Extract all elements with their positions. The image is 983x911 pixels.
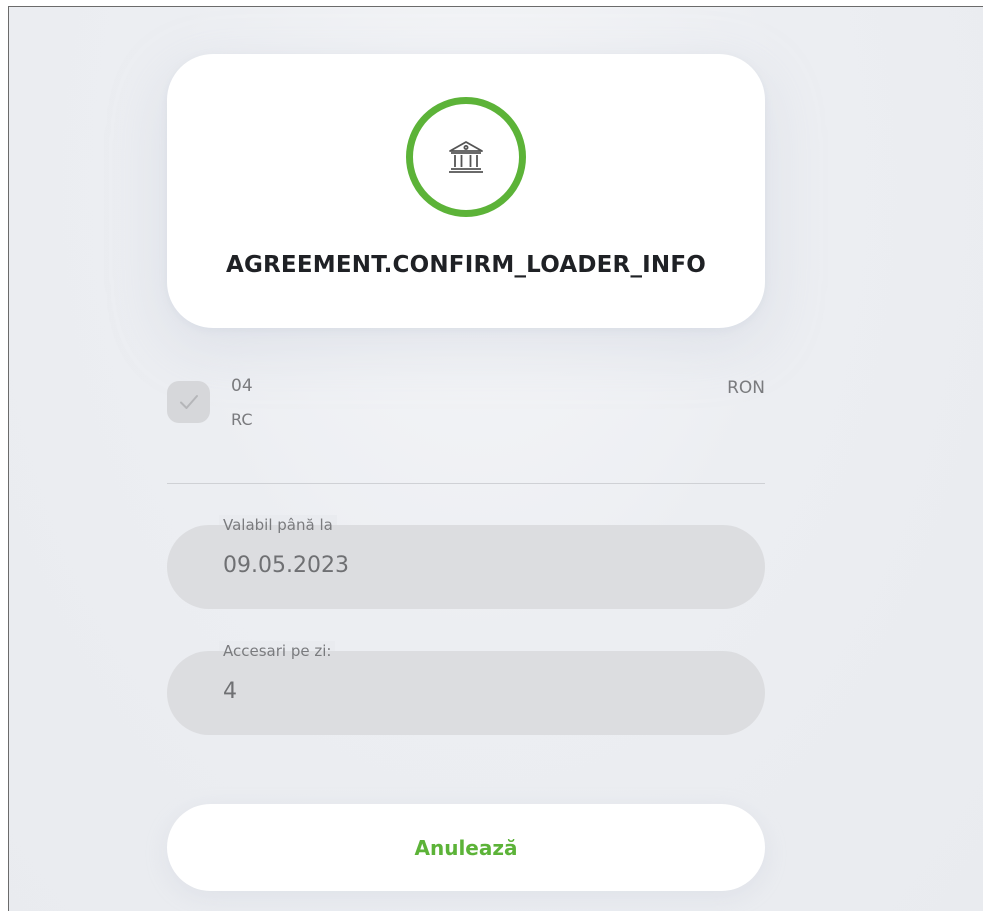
- account-type: RC: [231, 410, 253, 429]
- valid-until-value: 09.05.2023: [223, 553, 349, 578]
- account-currency: RON: [727, 378, 765, 398]
- account-checkbox[interactable]: [167, 381, 210, 423]
- accesses-per-day-field[interactable]: Accesari pe zi: 4: [167, 641, 765, 735]
- cancel-button[interactable]: Anulează: [167, 804, 765, 891]
- bank-logo-ring: [406, 97, 526, 217]
- valid-until-field[interactable]: Valabil până la 09.05.2023: [167, 515, 765, 609]
- checkmark-icon: [179, 395, 198, 409]
- consent-screen: AGREEMENT.CONFIRM_LOADER_INFO 04 RC RON …: [8, 6, 983, 911]
- valid-until-label: Valabil până la: [219, 515, 337, 535]
- accesses-per-day-label: Accesari pe zi:: [219, 641, 336, 661]
- divider: [167, 483, 765, 484]
- account-row[interactable]: 04 RC RON: [167, 373, 765, 443]
- bank-card: AGREEMENT.CONFIRM_LOADER_INFO: [167, 54, 765, 328]
- accesses-per-day-value: 4: [223, 679, 237, 704]
- account-number: 04: [231, 376, 253, 396]
- bank-title: AGREEMENT.CONFIRM_LOADER_INFO: [225, 252, 707, 278]
- bank-icon: [449, 141, 483, 173]
